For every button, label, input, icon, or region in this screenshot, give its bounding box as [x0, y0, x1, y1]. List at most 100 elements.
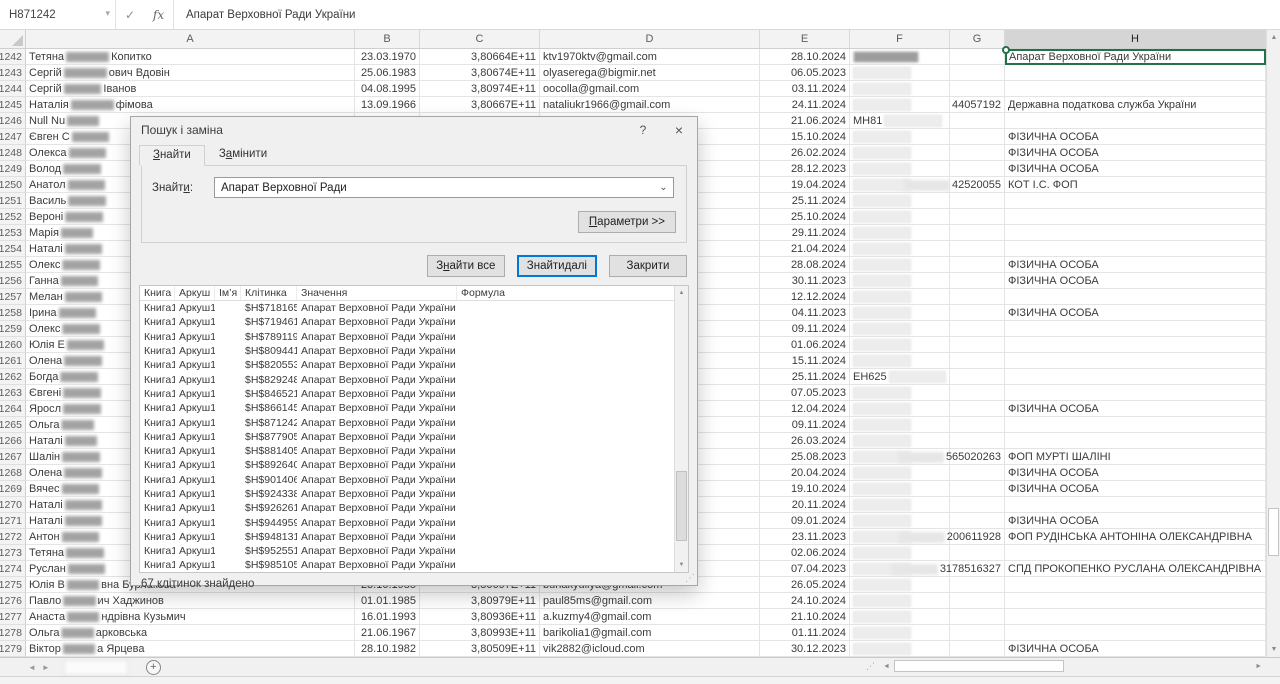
- find-result-row[interactable]: Книга1Аркуш1$H$901406Апарат Верховної Ра…: [140, 473, 674, 487]
- row-header[interactable]: 871260: [0, 337, 26, 353]
- cell[interactable]: [950, 609, 1005, 625]
- formula-text[interactable]: Апарат Верховної Ради України: [174, 0, 356, 29]
- results-column-header[interactable]: Формула: [457, 286, 688, 300]
- cell[interactable]: 04.11.2023: [760, 305, 850, 321]
- cell[interactable]: Сергій ████████ович Вдовін: [26, 65, 355, 81]
- cell[interactable]: ФІЗИЧНА ОСОБА: [1005, 305, 1266, 321]
- cell[interactable]: [850, 433, 950, 449]
- row-header[interactable]: 871247: [0, 129, 26, 145]
- cell[interactable]: [850, 225, 950, 241]
- cell[interactable]: 26.02.2024: [760, 145, 850, 161]
- cell[interactable]: ФІЗИЧНА ОСОБА: [1005, 161, 1266, 177]
- row-header[interactable]: 871278: [0, 625, 26, 641]
- cell[interactable]: [950, 225, 1005, 241]
- row-header[interactable]: 871251: [0, 193, 26, 209]
- find-result-row[interactable]: Книга1Аркуш1$H$718165Апарат Верховної Ра…: [140, 301, 674, 315]
- cell[interactable]: КОТ І.С. ФОП: [1005, 177, 1266, 193]
- cell[interactable]: [950, 369, 1005, 385]
- cell[interactable]: [850, 337, 950, 353]
- cell[interactable]: Анаста██████ндрівна Кузьмич: [26, 609, 355, 625]
- cell[interactable]: a.kuzmy4@gmail.com: [540, 609, 760, 625]
- row-header[interactable]: 871244: [0, 81, 26, 97]
- scroll-left-icon[interactable]: ◄: [879, 663, 894, 670]
- cell[interactable]: [1005, 113, 1266, 129]
- close-icon[interactable]: ×: [663, 117, 695, 143]
- cell[interactable]: 20.04.2024: [760, 465, 850, 481]
- find-result-row[interactable]: Книга1Аркуш1$H$871242Апарат Верховної Ра…: [140, 415, 674, 429]
- cell[interactable]: 29.11.2024: [760, 225, 850, 241]
- find-result-row[interactable]: Книга1Аркуш1$H$789119Апарат Верховної Ра…: [140, 330, 674, 344]
- cell[interactable]: 3,80993E+11: [420, 625, 540, 641]
- row-header[interactable]: 871265: [0, 417, 26, 433]
- cell[interactable]: [950, 641, 1005, 657]
- cell[interactable]: [850, 273, 950, 289]
- cell[interactable]: ФІЗИЧНА ОСОБА: [1005, 145, 1266, 161]
- scroll-right-icon[interactable]: ►: [1251, 663, 1266, 670]
- cell[interactable]: [850, 81, 950, 97]
- options-button[interactable]: Параметри >>: [578, 211, 676, 233]
- cell[interactable]: [850, 353, 950, 369]
- cell[interactable]: [1005, 337, 1266, 353]
- row-header[interactable]: 871266: [0, 433, 26, 449]
- cell[interactable]: 12.12.2024: [760, 289, 850, 305]
- cell[interactable]: [1005, 369, 1266, 385]
- help-button[interactable]: ?: [627, 117, 659, 143]
- find-result-row[interactable]: Книга1Аркуш1$H$985105Апарат Верховної Ра…: [140, 558, 674, 572]
- cell[interactable]: 01.01.1985: [355, 593, 420, 609]
- row-header[interactable]: 871249: [0, 161, 26, 177]
- cell[interactable]: [950, 209, 1005, 225]
- row-header[interactable]: 871272: [0, 529, 26, 545]
- cell[interactable]: [950, 513, 1005, 529]
- cell[interactable]: [850, 65, 950, 81]
- sheet-nav-right-icon[interactable]: ►: [42, 663, 50, 672]
- cell[interactable]: ЕН625: [850, 369, 950, 385]
- cell[interactable]: [850, 193, 950, 209]
- row-header[interactable]: 871252: [0, 209, 26, 225]
- find-result-row[interactable]: Книга1Аркуш1$H$829248Апарат Верховної Ра…: [140, 372, 674, 386]
- sheet-tab[interactable]: [64, 660, 128, 675]
- find-result-row[interactable]: Книга1Аркуш1$H$809441Апарат Верховної Ра…: [140, 344, 674, 358]
- row-header[interactable]: 871257: [0, 289, 26, 305]
- name-box[interactable]: H871242 ▾: [0, 0, 116, 29]
- cell[interactable]: [950, 49, 1005, 65]
- row-header[interactable]: 871277: [0, 609, 26, 625]
- cell[interactable]: [850, 481, 950, 497]
- cell[interactable]: [1005, 433, 1266, 449]
- cell[interactable]: [1005, 65, 1266, 81]
- row-header[interactable]: 871255: [0, 257, 26, 273]
- column-header-e[interactable]: E: [760, 30, 850, 48]
- cell[interactable]: paul85ms@gmail.com: [540, 593, 760, 609]
- cell[interactable]: [850, 129, 950, 145]
- row-header[interactable]: 871243: [0, 65, 26, 81]
- cell[interactable]: [1005, 545, 1266, 561]
- cell[interactable]: [950, 273, 1005, 289]
- close-button[interactable]: Закрити: [609, 255, 687, 277]
- cell[interactable]: 09.11.2024: [760, 417, 850, 433]
- cell[interactable]: ФІЗИЧНА ОСОБА: [1005, 465, 1266, 481]
- cell[interactable]: vik2882@icloud.com: [540, 641, 760, 657]
- cell[interactable]: [950, 321, 1005, 337]
- cell[interactable]: [850, 593, 950, 609]
- cell[interactable]: [1005, 321, 1266, 337]
- horizontal-scroll-thumb[interactable]: [894, 660, 1064, 672]
- cell[interactable]: 23.11.2023: [760, 529, 850, 545]
- row-header[interactable]: 871248: [0, 145, 26, 161]
- resize-grip[interactable]: ⋰: [685, 574, 695, 584]
- cell[interactable]: [950, 401, 1005, 417]
- find-result-row[interactable]: Книга1Аркуш1$H$952551Апарат Верховної Ра…: [140, 544, 674, 558]
- find-result-row[interactable]: Книга1Аркуш1$H$877905Апарат Верховної Ра…: [140, 430, 674, 444]
- cell[interactable]: 3,80509E+11: [420, 641, 540, 657]
- selected-cell[interactable]: Апарат Верховної Ради України: [1005, 49, 1266, 65]
- row-header[interactable]: 871270: [0, 497, 26, 513]
- cell[interactable]: 25.11.2024: [760, 193, 850, 209]
- cell[interactable]: 21.06.1967: [355, 625, 420, 641]
- cell[interactable]: ФОП РУДІНСЬКА АНТОНІНА ОЛЕКСАНДРІВНА: [1005, 529, 1266, 545]
- vertical-scrollbar[interactable]: ▲ ▼: [1266, 30, 1280, 657]
- row-header[interactable]: 871264: [0, 401, 26, 417]
- cell[interactable]: [950, 385, 1005, 401]
- row-header[interactable]: 871261: [0, 353, 26, 369]
- cell[interactable]: [1005, 625, 1266, 641]
- cell[interactable]: [1005, 609, 1266, 625]
- cell[interactable]: Сергій ███████ Іванов: [26, 81, 355, 97]
- cell[interactable]: barikolia1@gmail.com: [540, 625, 760, 641]
